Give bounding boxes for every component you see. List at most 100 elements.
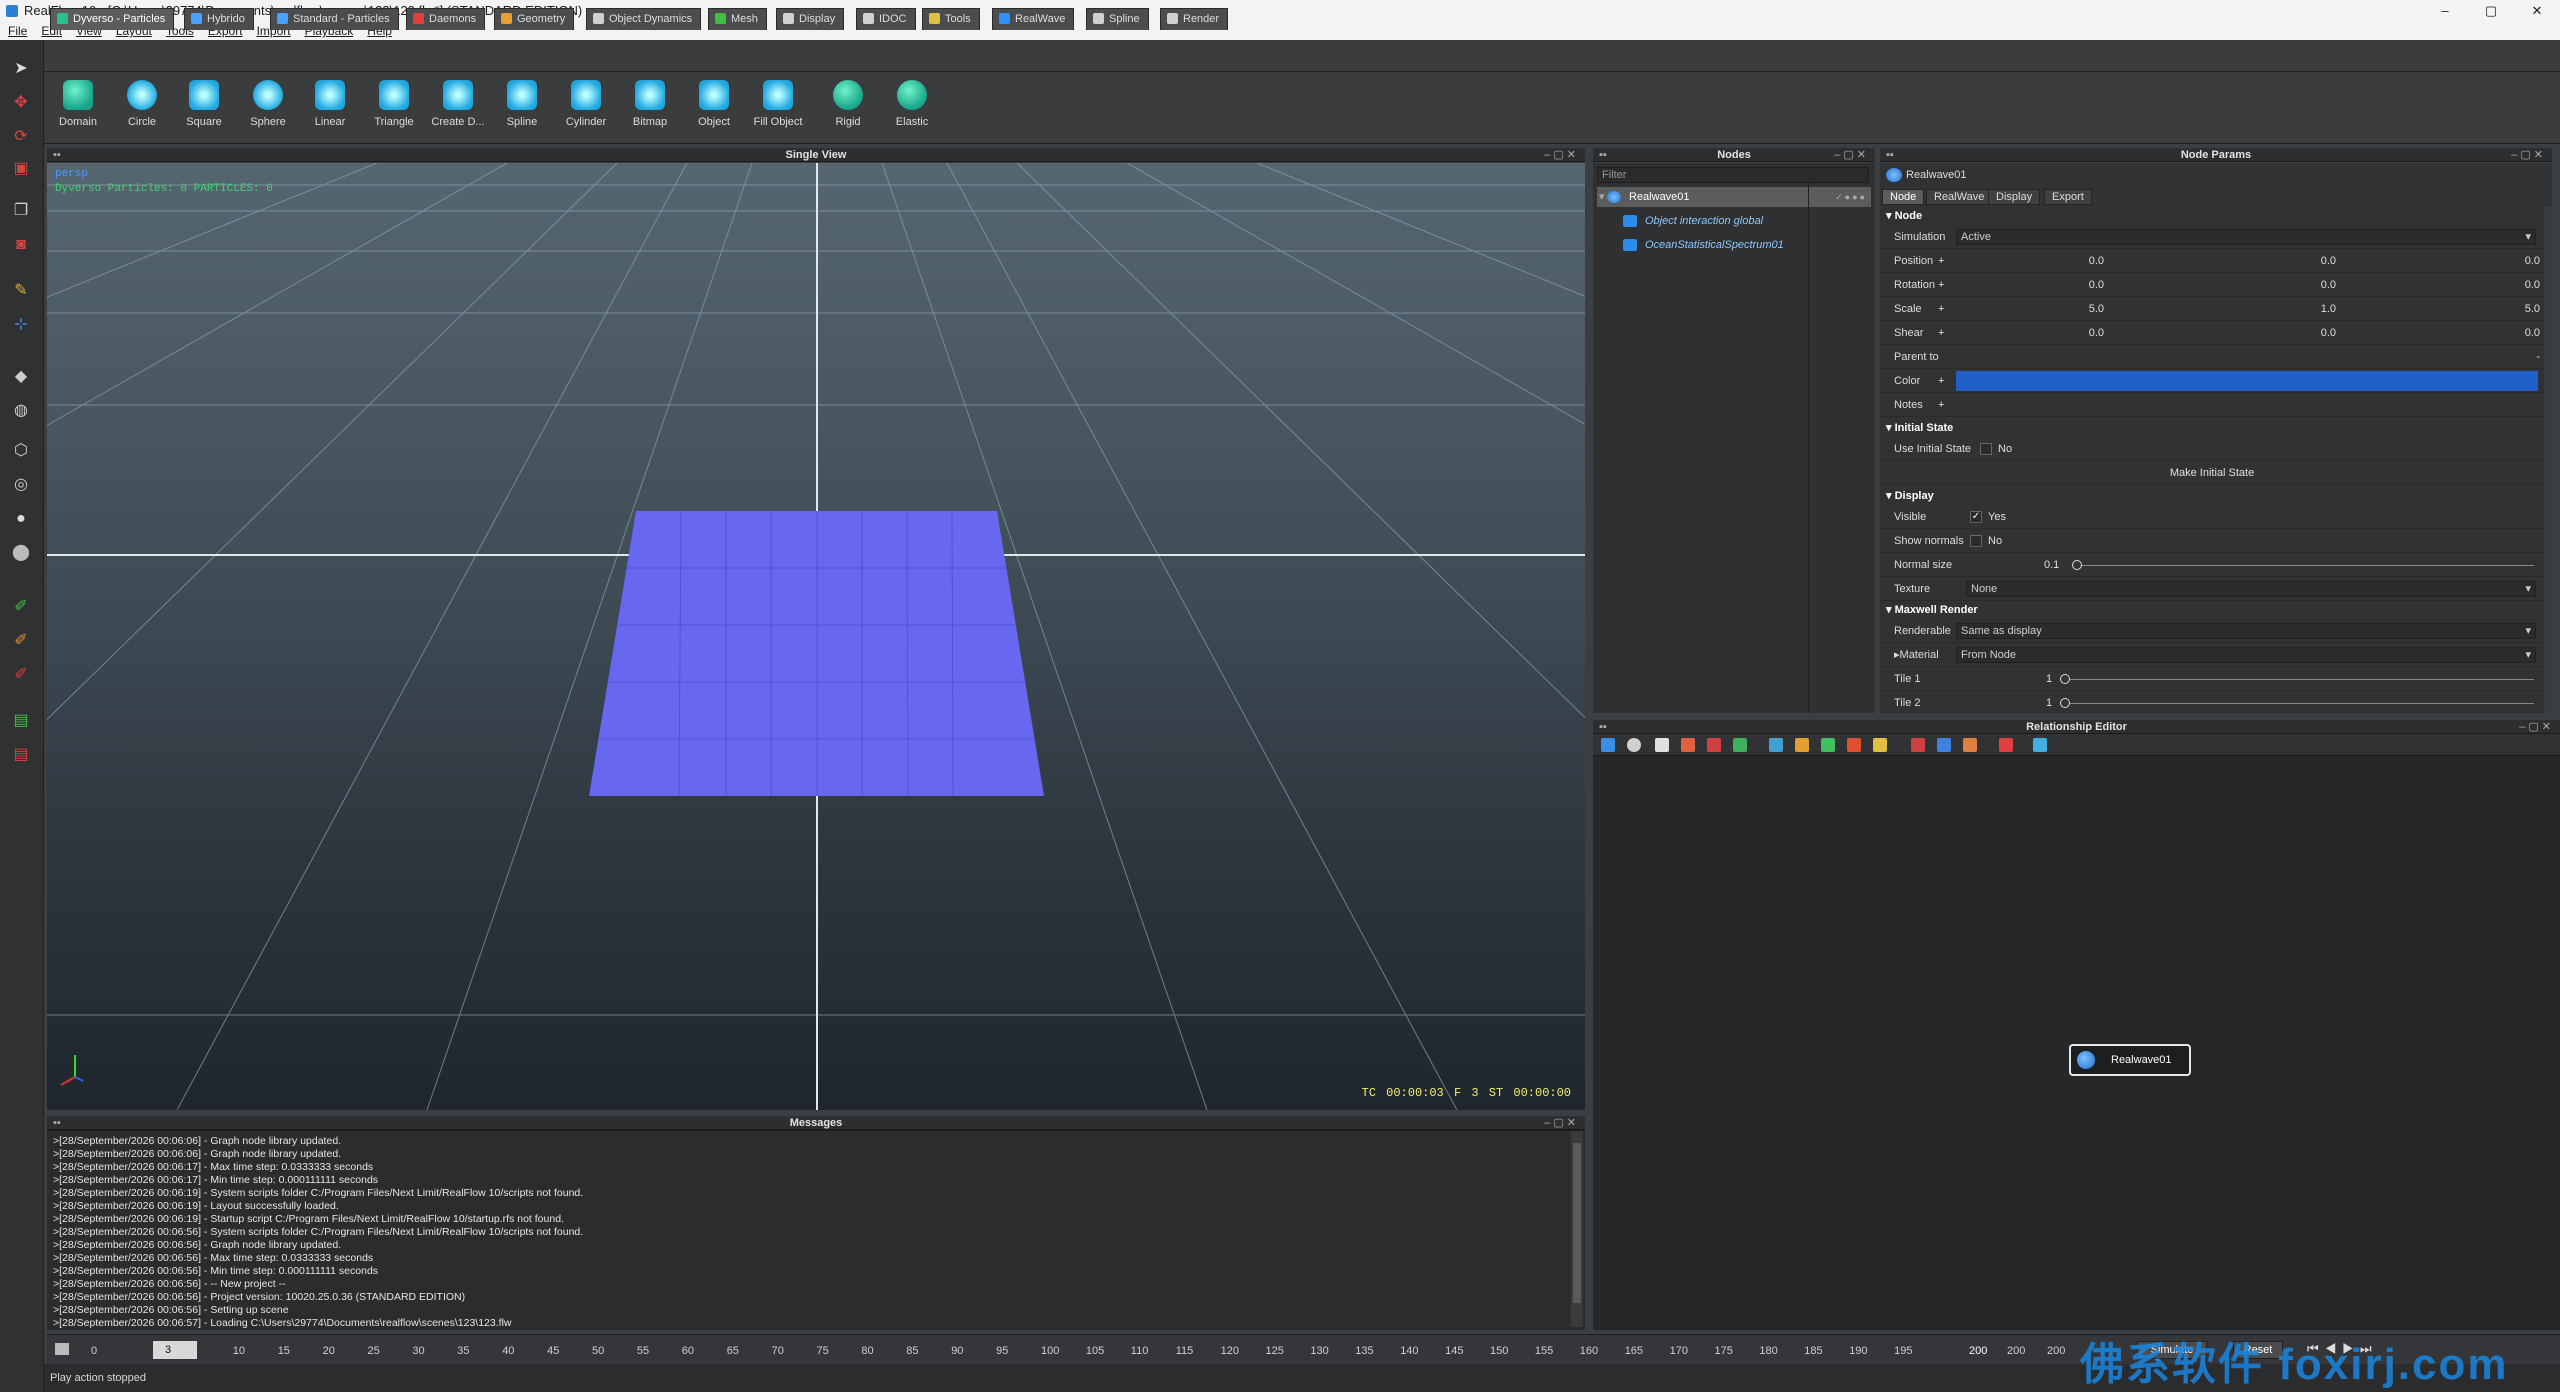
add-key-icon[interactable]: + — [1938, 297, 1944, 321]
panel-grip-icon[interactable]: ▪▪ — [53, 148, 61, 162]
scale-x[interactable]: 5.0 — [2089, 297, 2104, 321]
add-key-icon[interactable]: + — [1938, 273, 1944, 297]
node-object-interaction[interactable]: Object interaction global — [1597, 211, 1871, 231]
fill-object-tool-button[interactable]: Fill Object — [750, 78, 806, 128]
cylinder-tool-button[interactable]: Cylinder — [558, 78, 614, 128]
link-icon[interactable] — [1681, 738, 1695, 752]
scale-y[interactable]: 1.0 — [2321, 297, 2336, 321]
rotate-icon[interactable]: ⟳ — [10, 126, 32, 148]
relationship-node-realwave01[interactable]: Realwave01 — [2069, 1044, 2191, 1076]
position-x[interactable]: 0.0 — [2089, 249, 2104, 273]
sphere-wire-icon[interactable]: ◍ — [10, 400, 32, 422]
cube-shaded-icon[interactable]: ◆ — [10, 366, 32, 388]
sphere-smooth-icon[interactable]: ⬤ — [10, 542, 32, 564]
layout-icon[interactable] — [1655, 738, 1669, 752]
visible-checkbox[interactable]: ✓ — [1970, 511, 1982, 523]
circle-tool-button[interactable]: Circle — [114, 78, 170, 128]
rotation-x[interactable]: 0.0 — [2089, 273, 2104, 297]
messages-scrollbar[interactable] — [1571, 1131, 1583, 1327]
panel-grip-icon[interactable]: ▪▪ — [1599, 720, 1607, 734]
global-link-icon[interactable] — [1963, 738, 1977, 752]
tab-display[interactable]: Display — [776, 8, 845, 30]
menu-file[interactable]: File — [8, 24, 27, 38]
save-icon[interactable]: ▤ — [10, 710, 32, 732]
rotation-y[interactable]: 0.0 — [2321, 273, 2336, 297]
node-visibility-icons[interactable]: ✓●●● — [1835, 187, 1867, 207]
brush-orange-icon[interactable]: ✐ — [10, 630, 32, 652]
pencil-icon[interactable]: ✎ — [10, 280, 32, 302]
tab-hybrido[interactable]: Hybrido — [184, 8, 254, 30]
copy-icon[interactable]: ❐ — [10, 200, 32, 222]
panel-window-controls[interactable]: –▢✕ — [2511, 148, 2546, 162]
viewport-3d[interactable]: persp Dyverso Particles: 0 PARTICLES: 0 … — [47, 163, 1585, 1110]
scale-icon[interactable]: ▣ — [10, 158, 32, 180]
params-tab-realwave[interactable]: RealWave — [1926, 189, 1993, 205]
export-icon[interactable]: ▤ — [10, 744, 32, 766]
brush-green-icon[interactable]: ✐ — [10, 596, 32, 618]
add-note-icon[interactable]: + — [1938, 393, 1944, 417]
sphere-tool-button[interactable]: Sphere — [240, 78, 296, 128]
params-tab-display[interactable]: Display — [1988, 189, 2041, 205]
relationship-editor-panel[interactable]: Realwave01 — [1593, 734, 2560, 1330]
color-swatch[interactable] — [1956, 371, 2538, 391]
sphere-flat-icon[interactable]: ● — [10, 508, 32, 530]
shear-z[interactable]: 0.0 — [2525, 321, 2540, 345]
brush-red-icon[interactable]: ✐ — [10, 664, 32, 686]
section-node[interactable]: ▾ Node — [1886, 207, 1922, 225]
normal-size-slider[interactable] — [2074, 565, 2534, 566]
simulation-dropdown[interactable]: Active ▾ — [1956, 229, 2536, 245]
panel-grip-icon[interactable]: ▪▪ — [53, 1116, 61, 1130]
panel-window-controls[interactable]: –▢✕ — [1544, 1116, 1579, 1130]
tab-mesh[interactable]: Mesh — [708, 8, 767, 30]
panel-window-controls[interactable]: –▢✕ — [1544, 148, 1579, 162]
section-maxwell-render[interactable]: ▾ Maxwell Render — [1886, 601, 1978, 619]
camera-icon[interactable]: ◙ — [10, 234, 32, 256]
panel-grip-icon[interactable]: ▪▪ — [1886, 148, 1894, 162]
minimize-button[interactable]: – — [2422, 0, 2468, 22]
tab-render[interactable]: Render — [1160, 8, 1229, 30]
params-tab-node[interactable]: Node — [1882, 189, 1925, 205]
section-display[interactable]: ▾ Display — [1886, 487, 1934, 505]
include-icon[interactable] — [1911, 738, 1925, 752]
node-ocean-spectrum[interactable]: OceanStatisticalSpectrum01 — [1597, 235, 1871, 255]
tab-tools[interactable]: Tools — [922, 8, 980, 30]
delete-icon[interactable] — [1999, 738, 2013, 752]
timeline-end-field-2[interactable]: 200 — [2047, 1345, 2065, 1357]
home-icon[interactable] — [1601, 738, 1615, 752]
add-key-icon[interactable]: + — [1938, 249, 1944, 273]
slider-handle[interactable] — [2072, 560, 2082, 570]
tab-standard-particles[interactable]: Standard - Particles — [270, 8, 399, 30]
folder-icon[interactable] — [1873, 738, 1887, 752]
tab-realwave[interactable]: RealWave — [992, 8, 1075, 30]
panel-window-controls[interactable]: –▢✕ — [1834, 148, 1869, 162]
slider-handle[interactable] — [2060, 698, 2070, 708]
panel-grip-icon[interactable]: ▪▪ — [1599, 148, 1607, 162]
messages-panel[interactable]: >[28/September/2026 00:06:06] - Graph no… — [47, 1130, 1585, 1330]
rotation-z[interactable]: 0.0 — [2525, 273, 2540, 297]
panel-window-controls[interactable]: –▢✕ — [2519, 720, 2554, 734]
bitmap-tool-button[interactable]: Bitmap — [622, 78, 678, 128]
add-key-icon[interactable]: + — [1938, 369, 1944, 393]
domain-tool-button[interactable]: Domain — [50, 78, 106, 128]
timeline-options-icon[interactable] — [55, 1343, 69, 1355]
tab-object-dynamics[interactable]: Object Dynamics — [586, 8, 702, 30]
tile1-slider[interactable] — [2060, 679, 2534, 680]
cube-wire-icon[interactable]: ⬡ — [10, 440, 32, 462]
shear-x[interactable]: 0.0 — [2089, 321, 2104, 345]
expand-icon[interactable]: ▾ — [1599, 187, 1605, 207]
make-initial-state-button[interactable]: Make Initial State — [1880, 461, 2544, 485]
tab-spline[interactable]: Spline — [1086, 8, 1149, 30]
section-initial-state[interactable]: ▾ Initial State — [1886, 419, 1953, 437]
parent-value[interactable]: - — [2536, 345, 2540, 369]
tab-daemons[interactable]: Daemons — [406, 8, 486, 30]
triangle-tool-button[interactable]: Triangle — [366, 78, 422, 128]
show-normals-checkbox[interactable] — [1970, 535, 1982, 547]
tab-dyverso-particles[interactable]: Dyverso - Particles — [50, 8, 175, 30]
exclude-icon[interactable] — [1937, 738, 1951, 752]
square-tool-button[interactable]: Square — [176, 78, 232, 128]
tab-idoc[interactable]: IDOC — [856, 8, 916, 30]
object-tool-button[interactable]: Object — [686, 78, 742, 128]
filter-icon[interactable] — [1795, 738, 1809, 752]
elastic-tool-button[interactable]: Elastic — [884, 78, 940, 128]
rigid-tool-button[interactable]: Rigid — [820, 78, 876, 128]
